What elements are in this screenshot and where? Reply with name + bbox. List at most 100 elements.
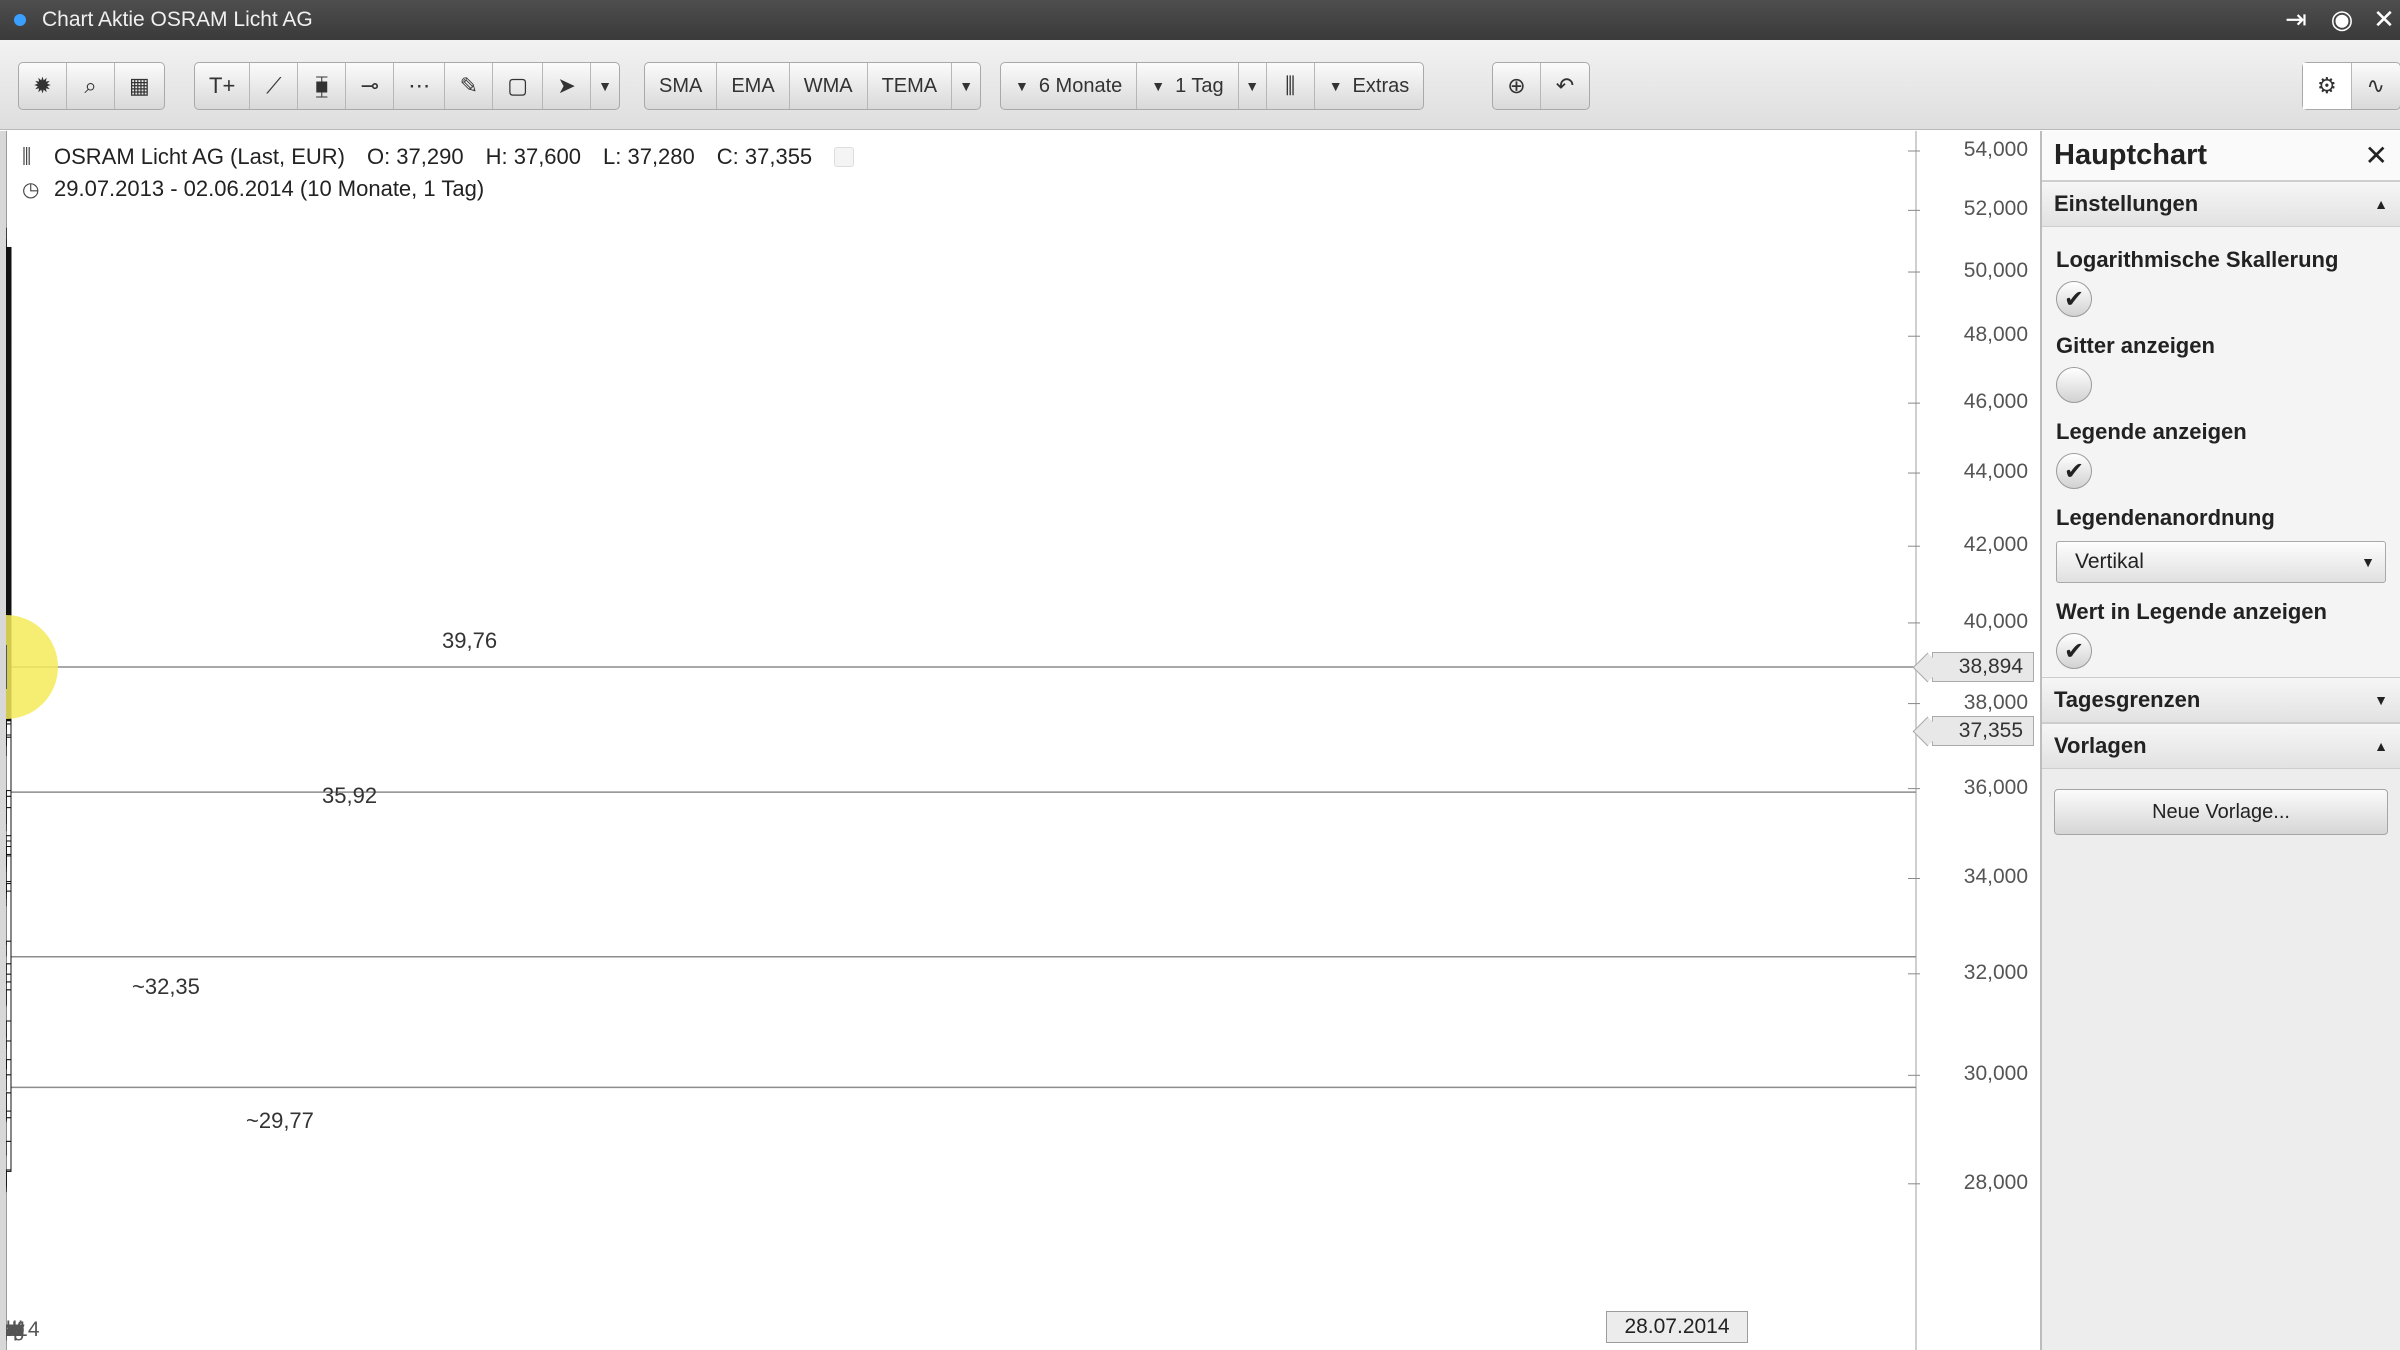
close-icon[interactable]: ✕ (2368, 4, 2400, 35)
price-axis-label: 54,000 (1963, 138, 2028, 161)
extras-dropdown[interactable]: ▼ Extras (1315, 63, 1424, 109)
wma-button[interactable]: WMA (790, 63, 868, 109)
new-template-button[interactable]: Neue Vorlage... (2054, 789, 2388, 835)
price-axis-label: 46,000 (1963, 390, 2028, 414)
rectangle-icon[interactable]: ▢ (493, 63, 544, 109)
legend-checkbox[interactable]: ✔ (2056, 453, 2092, 489)
zoom-icon[interactable]: ⊕ (1493, 63, 1541, 109)
window-title: Chart Aktie OSRAM Licht AG (42, 8, 313, 31)
exit-icon[interactable]: ⇥ (2280, 4, 2312, 35)
price-axis-label: 50,000 (1963, 259, 2028, 283)
chevron-down-icon[interactable]: ▼ (591, 63, 619, 109)
value-checkbox[interactable]: ✔ (2056, 633, 2092, 669)
settings-panel-icon[interactable]: ⚙ (2303, 63, 2352, 109)
legend-open: O: 37,290 (366, 144, 464, 169)
text-tool-icon[interactable]: T+ (195, 63, 251, 109)
line-tool-icon[interactable]: ⟋ (250, 63, 299, 109)
section-tagesgrenzen[interactable]: Tagesgrenzen ▼ (2042, 677, 2400, 723)
undo-icon[interactable]: ↶ (1541, 63, 1589, 109)
ema-button[interactable]: EMA (717, 63, 790, 109)
arrow-icon[interactable]: ➤ (543, 63, 592, 109)
annotation-label: ~29,77 (246, 1108, 314, 1133)
period-group: ▼ 6 Monate ▼ 1 Tag ▼ ⫼ ▼ Extras (1000, 62, 1425, 110)
horizontal-line-icon[interactable]: ⊸ (346, 63, 395, 109)
check-icon: ✔ (2063, 285, 2085, 313)
log-scale-checkbox[interactable]: ✔ (2056, 281, 2092, 317)
zoom-group: ⊕ ↶ (1492, 62, 1590, 110)
drawing-tools: T+ ⟋ ⧯ ⊸ ⋯ ✎ ▢ ➤ ▼ (194, 62, 621, 110)
section-label: Tagesgrenzen (2054, 687, 2201, 712)
chevron-down-icon[interactable]: ▼ (952, 63, 980, 109)
legend-low: L: 37,280 (603, 144, 695, 169)
search-icon[interactable]: ⌕ (67, 63, 115, 109)
legend-range: 29.07.2013 - 02.06.2014 (10 Monate, 1 Ta… (54, 176, 485, 201)
toolbar: ✹ ⌕ ▦ T+ ⟋ ⧯ ⊸ ⋯ ✎ ▢ ➤ ▼ SMA EMA WMA TEM… (0, 40, 2400, 130)
cursor-date-label: 28.07.2014 (1606, 1311, 1748, 1343)
chevron-down-icon: ▼ (1328, 78, 1343, 94)
option-label: Legendenanordnung (2056, 505, 2275, 530)
panel-title: Hauptchart (2054, 139, 2208, 171)
chevron-down-icon: ▼ (2361, 554, 2375, 570)
price-axis-label: 44,000 (1963, 460, 2028, 484)
annotation-label: 39,76 (442, 628, 498, 653)
chevron-down-icon: ▼ (1151, 78, 1166, 94)
month-label: Jun (0, 1318, 23, 1341)
check-icon: ✔ (2063, 637, 2085, 665)
price-axis-label: 28,000 (1963, 1170, 2028, 1194)
section-label: Einstellungen (2054, 191, 2199, 216)
settings-list: Logarithmische Skallerung ✔ Gitter anzei… (2042, 227, 2400, 677)
indicator-group: SMA EMA WMA TEMA ▼ (644, 62, 982, 110)
price-axis-label: 40,000 (1963, 609, 2028, 633)
section-einstellungen[interactable]: Einstellungen ▲ (2042, 181, 2400, 227)
last-price-label: 37,355 (1932, 715, 2034, 746)
legend-high: H: 37,600 (485, 144, 582, 169)
fibonacci-icon[interactable]: ⧯ (298, 63, 347, 109)
app-icon (14, 14, 26, 26)
select-value: Vertikal (2075, 550, 2144, 573)
legend-close-icon[interactable] (834, 147, 855, 167)
sma-button[interactable]: SMA (645, 63, 718, 109)
check-icon: ✔ (2063, 457, 2085, 485)
view-group: ⚙ ∿ (2302, 62, 2400, 110)
candlestick-icon[interactable]: ⫼ (1267, 63, 1315, 109)
legend-instrument: OSRAM Licht AG (Last, EUR) (54, 144, 345, 169)
price-axis-label: 42,000 (1963, 533, 2028, 557)
price-axis-label: 32,000 (1963, 960, 2028, 984)
price-axis-label: 30,000 (1963, 1062, 2028, 1086)
help-icon[interactable]: ◉ (2326, 4, 2358, 35)
chevron-up-icon: ▲ (2374, 738, 2388, 754)
settings-panel: Hauptchart ✕ Einstellungen ▲ Logarithmis… (2040, 131, 2400, 1350)
option-label: Wert in Legende anzeigen (2056, 599, 2327, 624)
period-dropdown[interactable]: ▼ 6 Monate (1001, 63, 1138, 109)
candle-body (6, 489, 12, 519)
tool-group-main: ✹ ⌕ ▦ (18, 62, 165, 110)
price-axis-label: 52,000 (1963, 197, 2028, 221)
chart-area[interactable]: ⫼ OSRAM Licht AG (Last, EUR) O: 37,290 H… (0, 131, 2040, 1350)
chevron-down-icon[interactable]: ▼ (1239, 63, 1267, 109)
chevron-down-icon: ▼ (1015, 78, 1029, 94)
section-vorlagen[interactable]: Vorlagen ▲ (2042, 723, 2400, 769)
price-chart[interactable] (6, 131, 2040, 1350)
annotation-label: 35,92 (322, 783, 378, 808)
candlestick-icon: ⫼ (22, 145, 32, 168)
legend-order-select[interactable]: Vertikal ▼ (2056, 541, 2386, 583)
dotted-line-icon[interactable]: ⋯ (394, 63, 446, 109)
close-icon[interactable]: ✕ (2365, 139, 2388, 172)
chart-legend: ⫼ OSRAM Licht AG (Last, EUR) O: 37,290 H… (22, 141, 855, 205)
pencil-icon[interactable]: ✎ (445, 63, 494, 109)
clock-icon: ◷ (22, 178, 40, 201)
gear-icon[interactable]: ✹ (19, 63, 67, 109)
grid-checkbox[interactable] (2056, 367, 2092, 403)
legend-close: C: 37,355 (716, 144, 813, 169)
title-bar: Chart Aktie OSRAM Licht AG ⇥ ◉ ✕ (0, 0, 2400, 40)
interval-dropdown[interactable]: ▼ 1 Tag (1137, 63, 1239, 109)
option-label: Legende anzeigen (2056, 419, 2247, 444)
section-label: Vorlagen (2054, 733, 2147, 758)
panel-header: Hauptchart ✕ (2042, 131, 2400, 181)
chevron-up-icon: ▲ (2374, 196, 2388, 212)
grid-icon[interactable]: ▦ (115, 63, 164, 109)
price-axis-label: 34,000 (1963, 865, 2028, 889)
cursor-price-label: 38,894 (1932, 652, 2034, 683)
tema-button[interactable]: TEMA (868, 63, 953, 109)
indicator-panel-icon[interactable]: ∿ (2352, 63, 2400, 109)
